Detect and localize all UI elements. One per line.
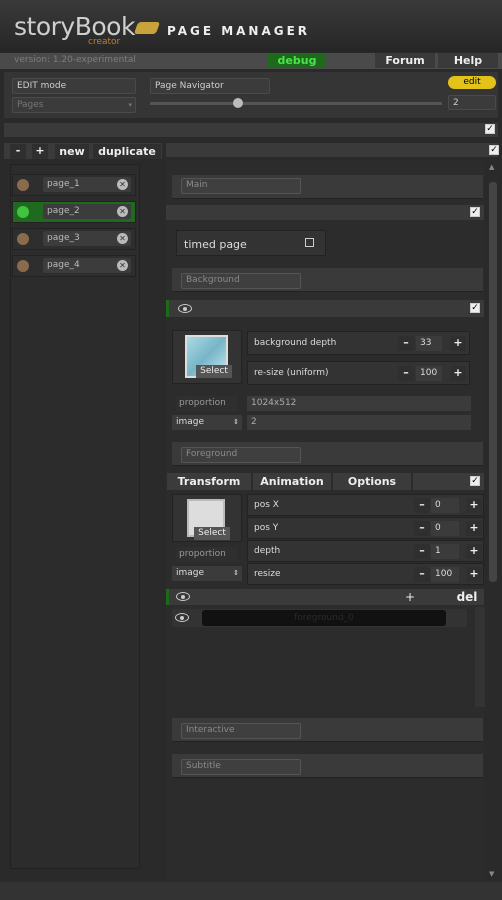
fg-resize-decrement-button[interactable]: – [414, 567, 430, 582]
background-layer-bar [166, 300, 484, 317]
remove-page-button[interactable]: - [10, 144, 26, 159]
collapse-checkbox[interactable]: ✓ [485, 124, 495, 134]
list-item-page-4[interactable]: page_4 ✕ [12, 255, 136, 277]
fg-posy-label: pos Y [254, 523, 279, 533]
layers-bar [166, 589, 484, 605]
delete-layer-button[interactable]: del [450, 589, 484, 605]
close-icon[interactable]: ✕ [117, 179, 128, 190]
right-panel-checkbox[interactable]: ✓ [489, 145, 499, 155]
foreground-checkbox[interactable]: ✓ [470, 476, 480, 486]
eye-icon[interactable] [175, 613, 189, 622]
timed-page-checkbox[interactable] [305, 238, 314, 247]
fg-select-button[interactable]: Select [194, 527, 230, 540]
main-section-bar [166, 205, 484, 220]
main-section-label: Main [181, 178, 301, 194]
collapse-bar [4, 123, 498, 137]
fg-posy-decrement-button[interactable]: – [414, 521, 430, 536]
bg-resize-label: re-size (uniform) [254, 368, 329, 378]
mode-select-value: Pages [17, 100, 44, 110]
help-button[interactable]: Help [438, 53, 498, 68]
fg-posx-decrement-button[interactable]: – [414, 498, 430, 513]
list-item-page-1[interactable]: page_1 ✕ [12, 174, 136, 196]
bg-depth-label: background depth [254, 338, 337, 348]
bg-image-label: image [176, 417, 205, 427]
bg-depth-decrement-button[interactable]: – [398, 336, 414, 351]
logo-subtitle: creator [88, 37, 121, 47]
interactive-section-label: Interactive [181, 723, 301, 739]
eye-icon[interactable] [176, 592, 190, 601]
tab-transform[interactable]: Transform [167, 473, 251, 490]
fg-resize-increment-button[interactable]: + [466, 567, 482, 582]
close-icon[interactable]: ✕ [117, 206, 128, 217]
mode-select[interactable]: Pages ▾ [12, 97, 136, 113]
chevron-updown-icon: ⇕ [233, 418, 239, 426]
chevron-updown-icon: ⇕ [233, 569, 239, 577]
foreground-section-label: Foreground [181, 447, 301, 463]
duplicate-page-button[interactable]: duplicate [93, 144, 161, 159]
app-title: PAGE MANAGER [167, 24, 311, 38]
fg-posx-value[interactable]: 0 [431, 498, 459, 513]
subtitle-section-label: Subtitle [181, 759, 301, 775]
list-item-page-3[interactable]: page_3 ✕ [12, 228, 136, 250]
new-page-button[interactable]: new [55, 144, 89, 159]
fg-posy-value[interactable]: 0 [431, 521, 459, 536]
nav-slider-handle[interactable] [232, 98, 243, 108]
page-icon [17, 233, 29, 245]
add-layer-button[interactable]: + [398, 589, 422, 605]
close-icon[interactable]: ✕ [117, 233, 128, 244]
chevron-down-icon: ▾ [128, 101, 132, 109]
tab-options[interactable]: Options [333, 473, 411, 490]
right-panel-bar [166, 143, 498, 157]
fg-resize-label: resize [254, 569, 281, 579]
debug-button[interactable]: debug [268, 53, 326, 68]
tab-animation[interactable]: Animation [253, 473, 331, 490]
bg-depth-increment-button[interactable]: + [450, 336, 466, 351]
bg-resize-decrement-button[interactable]: – [398, 366, 414, 381]
scroll-down-icon[interactable]: ▼ [489, 870, 494, 878]
nav-slider-track[interactable] [150, 102, 442, 105]
bottom-bar [0, 882, 502, 900]
bg-select-button[interactable]: Select [196, 365, 232, 378]
bg-resize-increment-button[interactable]: + [450, 366, 466, 381]
edit-mode-field[interactable]: EDIT mode [12, 78, 136, 94]
logo-icon [133, 22, 161, 34]
page-icon [17, 260, 29, 272]
fg-depth-increment-button[interactable]: + [466, 544, 482, 559]
fg-depth-decrement-button[interactable]: – [414, 544, 430, 559]
fg-image-label: image [176, 568, 205, 578]
background-section-label: Background [181, 273, 301, 289]
layer-scrollbar[interactable] [475, 607, 485, 707]
bg-proportion-label: proportion [176, 396, 238, 411]
fg-image-select[interactable]: image ⇕ [172, 566, 242, 581]
bg-resize-value[interactable]: 100 [416, 366, 442, 381]
page-icon [17, 206, 29, 218]
list-item-page-2[interactable]: page_2 ✕ [12, 201, 136, 223]
forum-button[interactable]: Forum [375, 53, 435, 68]
eye-icon[interactable] [178, 304, 192, 313]
fg-resize-value[interactable]: 100 [431, 567, 459, 582]
timed-page-label: timed page [184, 238, 247, 251]
bg-proportion-value: 1024x512 [247, 396, 471, 411]
page-icon [17, 179, 29, 191]
fg-proportion-label: proportion [176, 547, 238, 562]
bg-depth-value[interactable]: 33 [416, 336, 442, 351]
edit-button[interactable]: edit [448, 76, 496, 89]
close-icon[interactable]: ✕ [117, 260, 128, 271]
scroll-up-icon[interactable]: ▲ [489, 163, 494, 171]
page-number-field[interactable]: 2 [448, 95, 496, 110]
bg-image-value[interactable]: 2 [247, 415, 471, 430]
fg-depth-value[interactable]: 1 [431, 544, 459, 559]
page-navigator-label: Page Navigator [150, 78, 270, 94]
fg-posx-increment-button[interactable]: + [466, 498, 482, 513]
scrollbar-thumb[interactable] [489, 182, 497, 582]
add-page-button[interactable]: + [32, 144, 48, 159]
fg-posy-increment-button[interactable]: + [466, 521, 482, 536]
layer-name: foreground_0 [202, 610, 446, 626]
fg-posx-label: pos X [254, 500, 279, 510]
fg-depth-label: depth [254, 546, 281, 556]
bg-image-select[interactable]: image ⇕ [172, 415, 242, 430]
background-checkbox[interactable]: ✓ [470, 303, 480, 313]
main-section-checkbox[interactable]: ✓ [470, 207, 480, 217]
version-label: version: 1.20-experimental [14, 55, 136, 65]
